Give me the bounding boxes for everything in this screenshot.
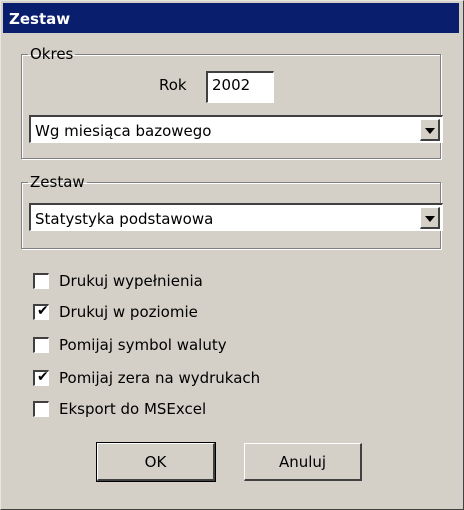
checkbox[interactable] xyxy=(33,273,49,289)
chevron-down-icon xyxy=(425,216,435,222)
chevron-down-icon xyxy=(425,128,435,134)
zestaw-dropdown-button[interactable] xyxy=(420,207,440,229)
okres-mode-select[interactable]: Wg miesiąca bazowego xyxy=(29,115,443,143)
checkbox[interactable]: ✔ xyxy=(33,369,49,386)
zestaw-select[interactable]: Statystyka podstawowa xyxy=(29,203,443,231)
zestaw-legend: Zestaw xyxy=(30,173,85,191)
rok-input[interactable]: 2002 xyxy=(206,71,274,103)
window-title: Zestaw xyxy=(9,10,71,28)
ok-button[interactable]: OK xyxy=(96,442,216,482)
check-icon: ✔ xyxy=(37,369,49,385)
option-label: Pomijaj symbol waluty xyxy=(59,336,227,354)
okres-legend: Okres xyxy=(30,45,74,63)
zestaw-value: Statystyka podstawowa xyxy=(35,210,214,228)
checkbox[interactable] xyxy=(33,401,49,417)
zestaw-dialog: Zestaw Okres Rok 2002 Wg miesiąca bazowe… xyxy=(0,0,464,510)
okres-dropdown-button[interactable] xyxy=(420,119,440,141)
option-label: Pomijaj zera na wydrukach xyxy=(59,369,261,387)
option-label: Drukuj wypełnienia xyxy=(59,272,203,290)
checkbox[interactable]: ✔ xyxy=(33,303,49,320)
rok-label: Rok xyxy=(159,76,187,94)
okres-mode-value: Wg miesiąca bazowego xyxy=(35,122,212,140)
cancel-button[interactable]: Anuluj xyxy=(244,443,362,481)
checkbox[interactable] xyxy=(33,337,49,353)
option-label: Drukuj w poziomie xyxy=(59,303,198,321)
option-label: Eksport do MSExcel xyxy=(59,400,207,418)
check-icon: ✔ xyxy=(37,303,49,319)
title-bar: Zestaw xyxy=(3,3,459,33)
